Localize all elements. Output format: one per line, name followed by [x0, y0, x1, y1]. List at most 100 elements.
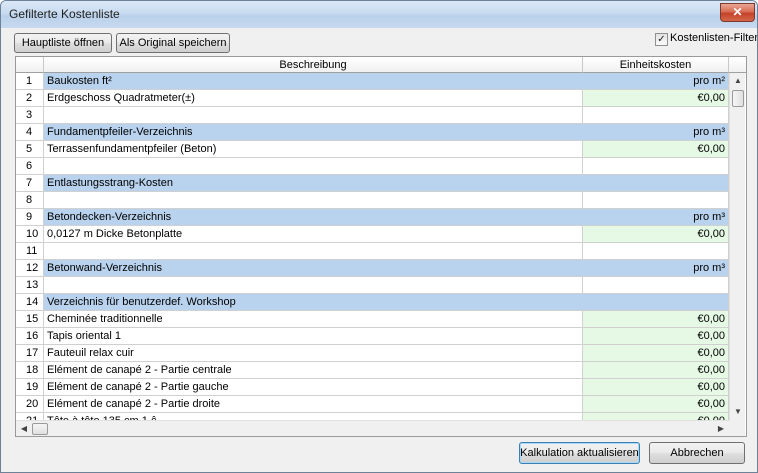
scroll-down-icon[interactable]: ▼ [730, 404, 746, 420]
scroll-right-icon[interactable]: ▶ [713, 421, 729, 436]
description-cell[interactable]: Fundamentpfeiler-Verzeichnis [44, 124, 583, 141]
description-cell[interactable]: Baukosten ft² [44, 73, 583, 90]
unit-cost-cell[interactable]: €0,00 [583, 90, 729, 107]
unit-cost-cell[interactable]: €0,00 [583, 413, 729, 420]
unit-cost-cell[interactable] [583, 243, 729, 260]
description-cell[interactable] [44, 107, 583, 124]
cost-list-dialog: Gefilterte Kostenliste ✕ Hauptliste öffn… [0, 0, 758, 473]
table-row[interactable]: 19 Elément de canapé 2 - Partie gauche €0,… [16, 379, 729, 396]
unit-cost-cell[interactable]: pro m³ [583, 209, 729, 226]
unit-cost-cell[interactable] [583, 107, 729, 124]
description-cell[interactable]: Entlastungsstrang-Kosten [44, 175, 583, 192]
row-number: 10 [16, 226, 44, 243]
window-title: Gefilterte Kostenliste [9, 7, 120, 21]
table-row[interactable]: 13 [16, 277, 729, 294]
open-main-list-button[interactable]: Hauptliste öffnen [14, 33, 112, 53]
table-row[interactable]: 10 0,0127 m Dicke Betonplatte €0,00 [16, 226, 729, 243]
row-number-header [16, 57, 44, 73]
description-cell[interactable]: Elément de canapé 2 - Partie centrale [44, 362, 583, 379]
unit-cost-cell[interactable] [583, 158, 729, 175]
description-cell[interactable]: Verzeichnis für benutzerdef. Workshop [44, 294, 583, 311]
unit-cost-cell[interactable] [583, 294, 729, 311]
update-calculation-button[interactable]: Kalkulation aktualisieren [519, 442, 640, 464]
scroll-up-icon[interactable]: ▲ [730, 73, 746, 89]
unit-cost-cell[interactable]: €0,00 [583, 345, 729, 362]
description-cell[interactable] [44, 277, 583, 294]
section-row[interactable]: 12 Betonwand-Verzeichnis pro m³ [16, 260, 729, 277]
table-row[interactable]: 2 Erdgeschoss Quadratmeter(±) €0,00 [16, 90, 729, 107]
vertical-scrollbar[interactable]: ▲ ▼ [729, 73, 745, 420]
table-row[interactable]: 5 Terrassenfundamentpfeiler (Beton) €0,00 [16, 141, 729, 158]
cancel-button[interactable]: Abbrechen [649, 442, 745, 464]
table-row[interactable]: 11 [16, 243, 729, 260]
title-bar[interactable]: Gefilterte Kostenliste ✕ [1, 1, 757, 28]
row-number: 19 [16, 379, 44, 396]
description-cell[interactable] [44, 192, 583, 209]
description-cell[interactable]: Tapis oriental 1 [44, 328, 583, 345]
row-number: 7 [16, 175, 44, 192]
description-cell[interactable]: Elément de canapé 2 - Partie gauche [44, 379, 583, 396]
header-filler [729, 57, 746, 73]
section-row[interactable]: 14 Verzeichnis für benutzerdef. Workshop [16, 294, 729, 311]
unit-cost-cell[interactable]: pro m² [583, 73, 729, 90]
table-row[interactable]: 3 [16, 107, 729, 124]
row-number: 13 [16, 277, 44, 294]
unit-cost-cell[interactable]: pro m³ [583, 124, 729, 141]
unit-cost-cell[interactable]: pro m³ [583, 260, 729, 277]
description-cell[interactable]: Elément de canapé 2 - Partie droite [44, 396, 583, 413]
unit-cost-cell[interactable]: €0,00 [583, 311, 729, 328]
row-number: 14 [16, 294, 44, 311]
table-row[interactable]: 17 Fauteuil relax cuir €0,00 [16, 345, 729, 362]
unit-cost-cell[interactable]: €0,00 [583, 396, 729, 413]
description-cell[interactable] [44, 243, 583, 260]
row-number: 18 [16, 362, 44, 379]
unit-cost-cell[interactable]: €0,00 [583, 226, 729, 243]
close-button[interactable]: ✕ [720, 3, 755, 22]
description-cell[interactable]: 0,0127 m Dicke Betonplatte [44, 226, 583, 243]
description-column-header[interactable]: Beschreibung [44, 57, 583, 73]
description-cell[interactable]: Tête à tête 135 cm 1 ĉ [44, 413, 583, 420]
section-row[interactable]: 9 Betondecken-Verzeichnis pro m³ [16, 209, 729, 226]
table-row[interactable]: 6 [16, 158, 729, 175]
row-number: 11 [16, 243, 44, 260]
save-as-original-button[interactable]: Als Original speichern [116, 33, 230, 53]
table-row[interactable]: 16 Tapis oriental 1 €0,00 [16, 328, 729, 345]
description-cell[interactable]: Betonwand-Verzeichnis [44, 260, 583, 277]
unit-cost-cell[interactable] [583, 192, 729, 209]
cost-list-table: Beschreibung Einheitskosten 1 Baukosten f… [15, 56, 747, 437]
row-number: 5 [16, 141, 44, 158]
description-cell[interactable]: Betondecken-Verzeichnis [44, 209, 583, 226]
vertical-scroll-thumb[interactable] [732, 90, 744, 107]
table-row[interactable]: 15 Cheminée traditionnelle €0,00 [16, 311, 729, 328]
section-row[interactable]: 7 Entlastungsstrang-Kosten [16, 175, 729, 192]
row-number: 9 [16, 209, 44, 226]
unit-cost-cell[interactable]: €0,00 [583, 362, 729, 379]
unit-cost-cell[interactable] [583, 175, 729, 192]
unit-cost-cell[interactable]: €0,00 [583, 141, 729, 158]
cost-list-filter-label: Kostenlisten-Filter [670, 32, 758, 44]
table-row[interactable]: 20 Elément de canapé 2 - Partie droite €0,… [16, 396, 729, 413]
table-row[interactable]: 8 [16, 192, 729, 209]
row-number: 3 [16, 107, 44, 124]
unit-cost-cell[interactable] [583, 277, 729, 294]
table-body: 1 Baukosten ft² pro m² 2 Erdgeschoss Quadrat… [16, 73, 729, 420]
table-row[interactable]: 18 Elément de canapé 2 - Partie centrale €… [16, 362, 729, 379]
row-number: 21 [16, 413, 44, 420]
section-row[interactable]: 4 Fundamentpfeiler-Verzeichnis pro m³ [16, 124, 729, 141]
cost-list-filter-checkbox[interactable]: ✓ [655, 33, 668, 46]
scroll-left-icon[interactable]: ◀ [16, 421, 32, 436]
description-cell[interactable]: Fauteuil relax cuir [44, 345, 583, 362]
table-row[interactable]: 21Tête à tête 135 cm 1 ĉ€0,00 [16, 413, 729, 420]
description-cell[interactable]: Erdgeschoss Quadratmeter(±) [44, 90, 583, 107]
description-cell[interactable] [44, 158, 583, 175]
horizontal-scroll-thumb[interactable] [32, 423, 48, 435]
unit-cost-cell[interactable]: €0,00 [583, 328, 729, 345]
horizontal-scrollbar[interactable]: ◀ ▶ [16, 420, 729, 436]
unit-cost-column-header[interactable]: Einheitskosten [583, 57, 729, 73]
row-number: 8 [16, 192, 44, 209]
description-cell[interactable]: Terrassenfundamentpfeiler (Beton) [44, 141, 583, 158]
section-row[interactable]: 1 Baukosten ft² pro m² [16, 73, 729, 90]
checkmark-icon: ✓ [657, 34, 666, 45]
description-cell[interactable]: Cheminée traditionnelle [44, 311, 583, 328]
unit-cost-cell[interactable]: €0,00 [583, 379, 729, 396]
